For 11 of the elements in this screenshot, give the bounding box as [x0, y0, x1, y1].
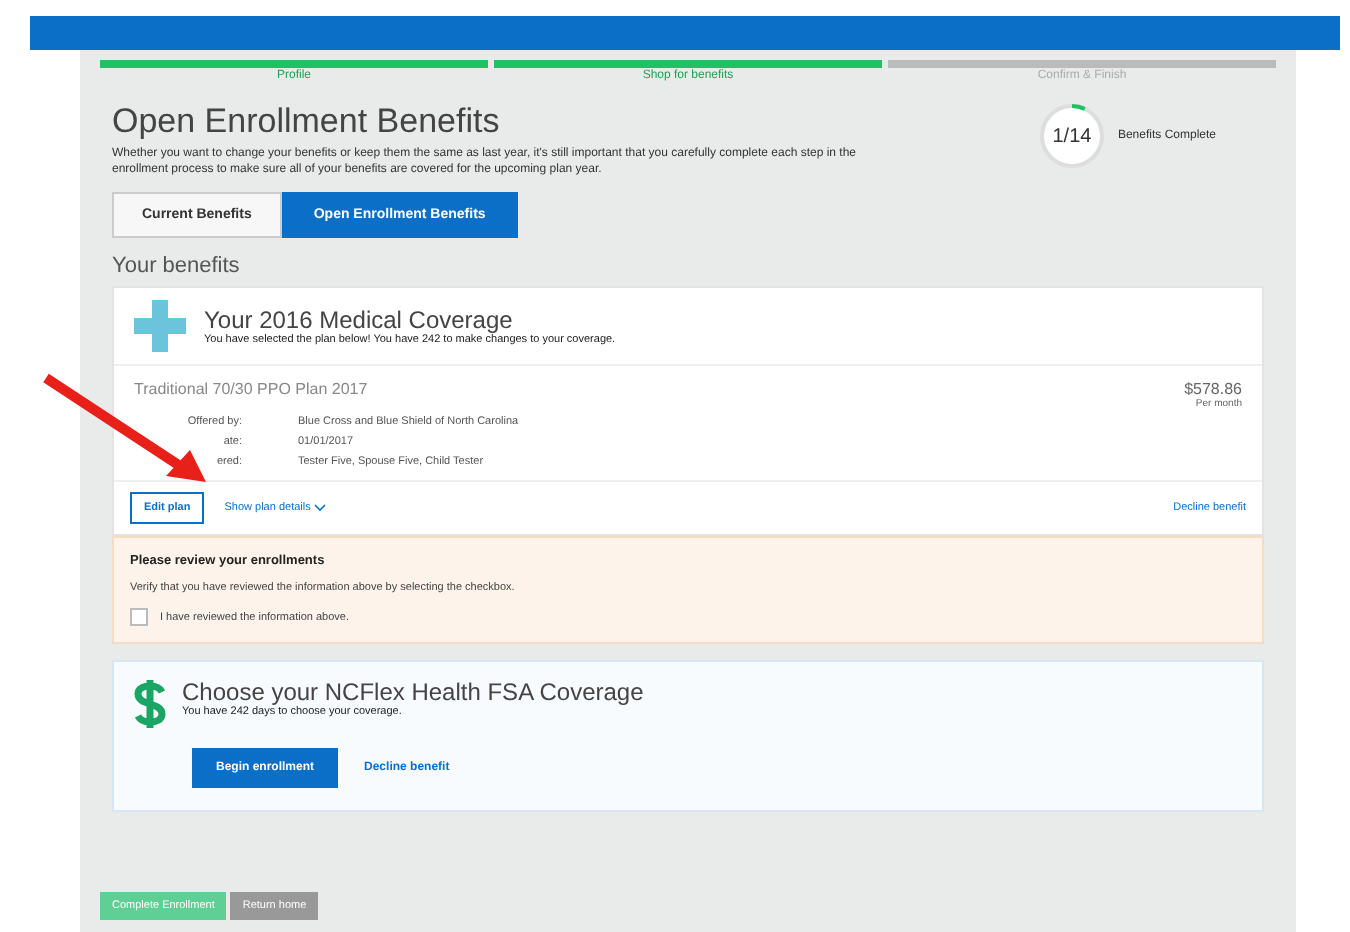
plan-price: $578.86 — [1184, 380, 1242, 398]
plan-name: Traditional 70/30 PPO Plan 2017 — [134, 380, 368, 402]
section-title: Your benefits — [112, 254, 242, 278]
page-title: Open Enrollment Benefits — [112, 102, 502, 142]
dollar-icon — [130, 678, 170, 730]
checkbox[interactable] — [130, 608, 148, 626]
chevron-icon — [314, 504, 327, 512]
plus-icon — [134, 300, 186, 352]
progress-count: 1/14 — [1050, 125, 1094, 147]
card-title: Choose your NCFlex Health FSA Coverage — [182, 678, 644, 706]
card-title: Your 2016 Medical Coverage — [204, 306, 515, 334]
